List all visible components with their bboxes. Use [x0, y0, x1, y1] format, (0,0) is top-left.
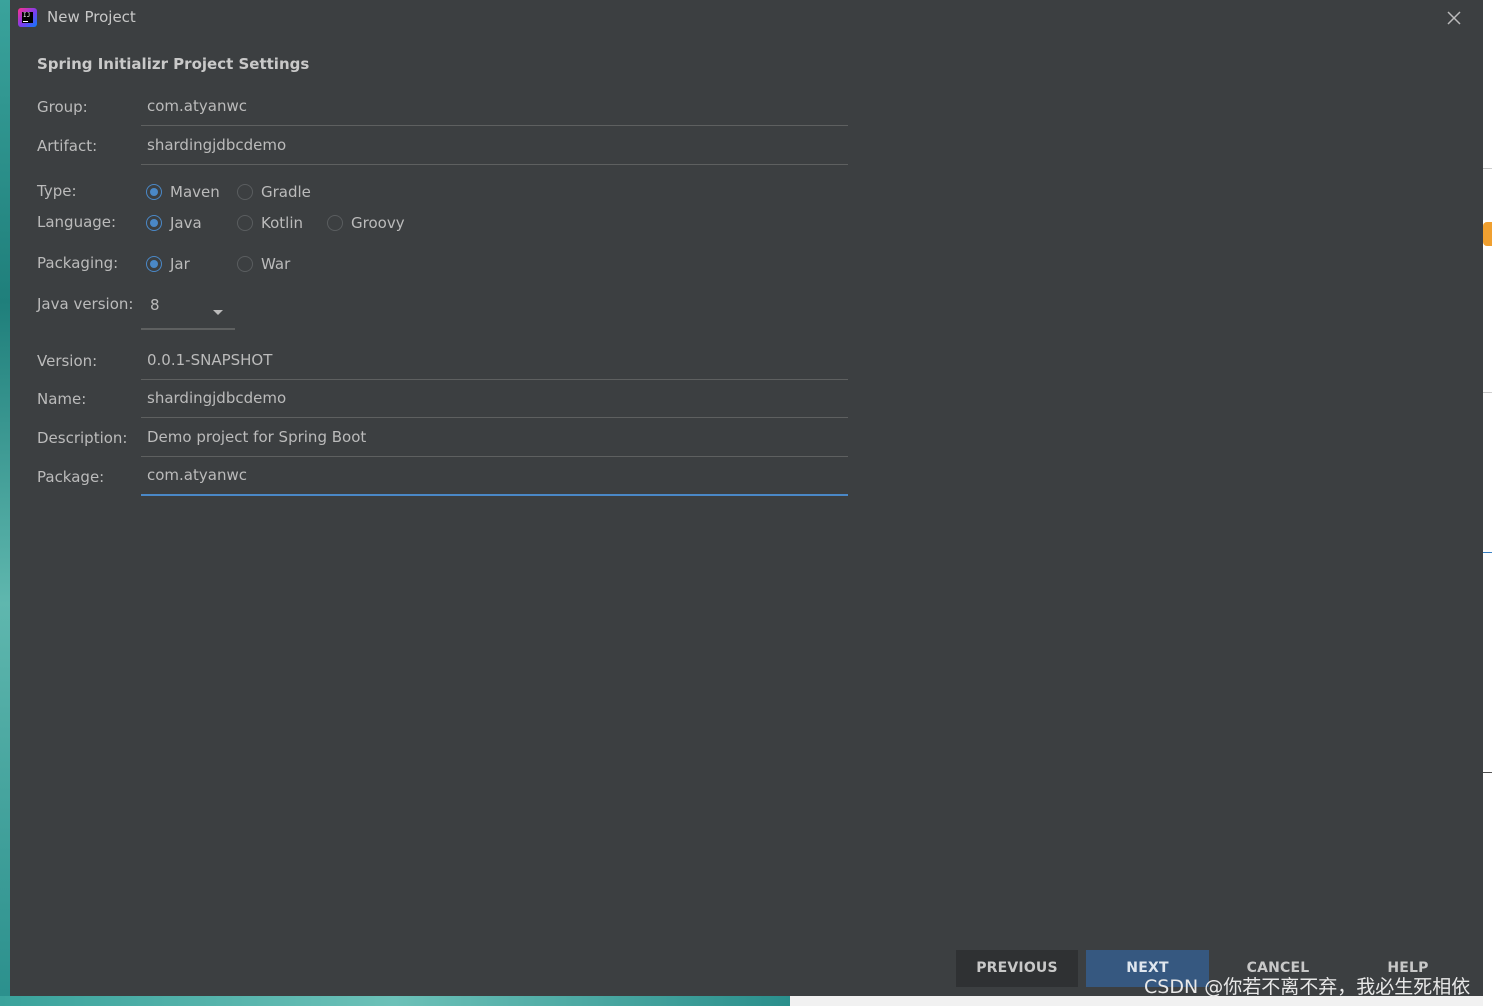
java-version-value: 8 [150, 296, 160, 314]
title-bar[interactable]: IJ New Project [10, 0, 1483, 36]
previous-button[interactable]: PREVIOUS [956, 950, 1078, 987]
version-field[interactable] [141, 345, 848, 380]
language-radio-java[interactable]: Java [146, 213, 202, 233]
packaging-radio-war[interactable]: War [237, 254, 290, 274]
background-window-edge [1483, 0, 1492, 1006]
intellij-idea-icon: IJ [18, 8, 37, 27]
watermark: CSDN @你若不离不弃，我必生死相依 [1144, 976, 1471, 998]
description-input[interactable] [141, 422, 848, 452]
type-radio-gradle[interactable]: Gradle [237, 182, 311, 202]
description-field[interactable] [141, 422, 848, 457]
radio-label: Groovy [351, 214, 405, 232]
language-label: Language: [37, 213, 117, 231]
window-title: New Project [47, 8, 136, 26]
radio-label: Jar [170, 255, 190, 273]
new-project-dialog: IJ New Project Spring Initializr Project… [10, 0, 1483, 996]
desktop-background-left [0, 0, 10, 1006]
name-label: Name: [37, 390, 87, 408]
version-input[interactable] [141, 345, 848, 375]
divider [1483, 552, 1492, 553]
type-radio-maven[interactable]: Maven [146, 182, 220, 202]
artifact-label: Artifact: [37, 137, 98, 155]
divider [1483, 772, 1492, 773]
language-radio-groovy[interactable]: Groovy [327, 213, 405, 233]
radio-selected-icon [146, 184, 162, 200]
name-field[interactable] [141, 383, 848, 418]
radio-selected-icon [146, 215, 162, 231]
name-input[interactable] [141, 383, 848, 413]
radio-unselected-icon [237, 184, 253, 200]
chevron-down-icon [212, 302, 224, 321]
desktop-background-bottom [0, 996, 790, 1006]
radio-label: War [261, 255, 291, 273]
radio-unselected-icon [327, 215, 343, 231]
radio-label: Maven [170, 183, 220, 201]
java-version-select[interactable]: 8 [141, 292, 235, 330]
language-radio-kotlin[interactable]: Kotlin [237, 213, 303, 233]
close-icon[interactable] [1442, 7, 1466, 29]
radio-unselected-icon [237, 215, 253, 231]
artifact-input[interactable] [141, 130, 848, 160]
package-label: Package: [37, 468, 105, 486]
background-accent [1483, 222, 1492, 246]
version-label: Version: [37, 352, 98, 370]
package-field[interactable] [141, 460, 848, 496]
description-label: Description: [37, 429, 128, 447]
group-field[interactable] [141, 91, 848, 126]
radio-label: Gradle [261, 183, 311, 201]
group-input[interactable] [141, 91, 848, 121]
divider [1483, 168, 1492, 169]
packaging-label: Packaging: [37, 254, 119, 272]
group-label: Group: [37, 98, 88, 116]
radio-selected-icon [146, 256, 162, 272]
packaging-radio-jar[interactable]: Jar [146, 254, 190, 274]
radio-unselected-icon [237, 256, 253, 272]
divider [1483, 392, 1492, 393]
java-version-label: Java version: [37, 295, 134, 313]
radio-label: Java [170, 214, 202, 232]
section-title: Spring Initializr Project Settings [37, 55, 310, 73]
type-label: Type: [37, 182, 77, 200]
artifact-field[interactable] [141, 130, 848, 165]
radio-label: Kotlin [261, 214, 303, 232]
package-input[interactable] [141, 460, 848, 490]
